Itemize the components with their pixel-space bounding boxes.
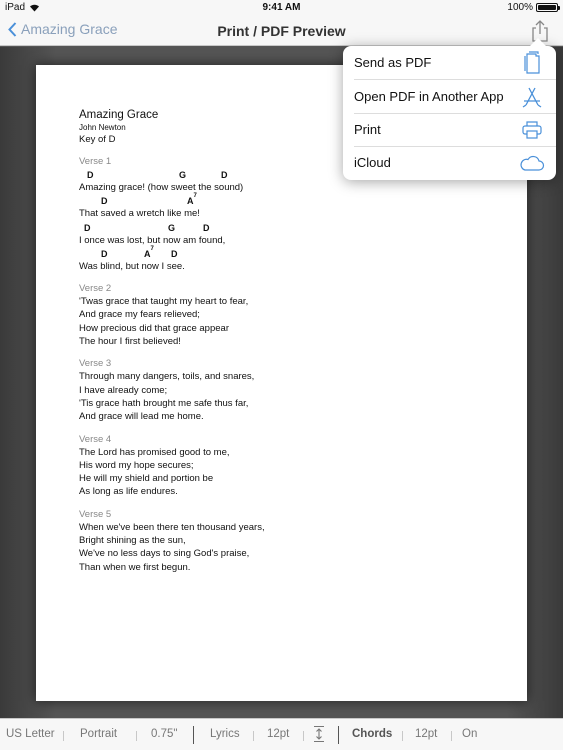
back-button[interactable]: Amazing Grace <box>8 21 117 37</box>
verse: Verse 5 When we've been there ten thousan… <box>79 509 265 574</box>
lyric-line: I once was lost, but now am found, <box>79 234 226 246</box>
lyric-line: Through many dangers, toils, and snares, <box>79 371 255 383</box>
toolbar-separator <box>338 726 339 744</box>
toolbar-divider <box>63 731 64 741</box>
chord-symbol: D <box>87 170 94 180</box>
chord-symbol: A7 <box>187 193 197 207</box>
song-sheet: Amazing Grace John Newton Key of D Verse… <box>79 108 265 574</box>
lyric-line: As long as life endures. <box>79 486 178 498</box>
bottom-toolbar: US Letter Portrait 0.75" Lyrics 12pt Cho… <box>0 718 563 750</box>
verse-label: Verse 4 <box>79 433 112 445</box>
menu-item-label: Send as PDF <box>354 55 432 70</box>
lyric-line: I have already come; <box>79 384 168 396</box>
verse: Verse 1 D G D Amazing grace! (how sweet the … <box>79 156 265 273</box>
lyric-line: We've no less days to sing God's praise, <box>79 548 250 560</box>
lyric-line: Than when we first begun. <box>79 561 191 573</box>
chord-row: DGD <box>79 168 265 181</box>
verse: Verse 2 'Twas grace that taught my heart … <box>79 283 265 348</box>
chord-symbol: D <box>171 248 178 259</box>
line-spacing-icon <box>314 725 324 743</box>
lyric-line: Was blind, but now I see. <box>79 260 185 272</box>
lyric-line: 'Tis grace hath brought me safe thus far… <box>79 397 249 409</box>
chord-symbol: D <box>203 222 210 233</box>
lyric-line: And grace my fears relieved; <box>79 309 200 321</box>
chord-symbol: D <box>84 222 91 233</box>
back-button-label: Amazing Grace <box>21 21 118 37</box>
song-author: John Newton <box>79 123 126 132</box>
toolbar-divider <box>451 731 452 741</box>
lyric-line: He will my shield and portion be <box>79 473 214 485</box>
lyric-line: When we've been there ten thousand years… <box>79 521 265 533</box>
chords-button[interactable]: Chords <box>352 728 392 740</box>
lyric-line: The hour I first believed! <box>79 336 181 348</box>
chord-symbol: A7 <box>144 245 154 259</box>
verse-label: Verse 5 <box>79 508 112 520</box>
paper-size-button[interactable]: US Letter <box>6 728 55 740</box>
chord-symbol: D <box>101 248 108 259</box>
chords-toggle-button[interactable]: On <box>462 728 477 740</box>
battery-percent: 100% <box>507 2 533 13</box>
lyric-line: Bright shining as the sun, <box>79 535 186 547</box>
lyric-line: And grace will lead me home. <box>79 411 204 423</box>
chord-row: D A7 D <box>79 245 265 260</box>
menu-item-icloud[interactable]: iCloud <box>343 146 556 179</box>
chord-symbol: G <box>179 170 187 180</box>
verse: Verse 3 Through many dangers, toils, and … <box>79 358 265 423</box>
lyric-line: That saved a wretch like me! <box>79 208 200 220</box>
line-spacing-button[interactable] <box>312 725 326 746</box>
song-title: Amazing Grace <box>79 109 159 121</box>
menu-item-label: iCloud <box>354 155 391 170</box>
chord-symbol: G <box>168 222 176 233</box>
lyrics-size-button[interactable]: 12pt <box>267 728 289 740</box>
toolbar-separator <box>193 726 194 744</box>
chord-symbol: D <box>101 196 108 207</box>
verse: Verse 4 The Lord has promised good to me,… <box>79 434 265 499</box>
status-bar: iPad 9:41 AM 100% <box>0 0 563 16</box>
lyric-line: How precious did that grace appear <box>79 322 229 334</box>
menu-item-open-in-app[interactable]: Open PDF in Another App <box>343 80 556 113</box>
chord-row: DGD <box>79 221 265 234</box>
share-popover: Send as PDF Open PDF in Another App Prin… <box>343 38 556 180</box>
cloud-icon <box>519 151 545 175</box>
chord-symbol: D <box>221 170 228 180</box>
menu-item-label: Print <box>354 122 381 137</box>
verses-container: Verse 1 D G D Amazing grace! (how sweet the … <box>79 156 265 574</box>
lyrics-button[interactable]: Lyrics <box>210 728 240 740</box>
menu-item-print[interactable]: Print <box>343 113 556 146</box>
chords-size-button[interactable]: 12pt <box>415 728 437 740</box>
chord-row: D A7 <box>79 193 265 207</box>
battery-icon <box>536 3 560 12</box>
document-share-icon <box>519 50 545 75</box>
toolbar-divider <box>303 731 304 741</box>
verse-label: Verse 1 <box>79 156 112 167</box>
chevron-left-icon <box>8 21 17 37</box>
orientation-button[interactable]: Portrait <box>80 728 117 740</box>
lyric-line: The Lord has promised good to me, <box>79 446 230 458</box>
verse-label: Verse 2 <box>79 283 112 295</box>
printer-icon <box>519 118 545 142</box>
menu-item-label: Open PDF in Another App <box>354 89 504 104</box>
lyric-line: Amazing grace! (how sweet the sound) <box>79 182 244 193</box>
app-store-icon <box>519 85 545 109</box>
margin-button[interactable]: 0.75" <box>151 728 177 740</box>
toolbar-divider <box>402 731 403 741</box>
status-time: 9:41 AM <box>262 2 301 13</box>
navigation-bar: Amazing Grace Print / PDF Preview <box>0 16 563 46</box>
song-key: Key of D <box>79 134 116 145</box>
toolbar-divider <box>253 731 254 741</box>
lyric-line: His word my hope secures; <box>79 459 194 471</box>
menu-item-send-pdf[interactable]: Send as PDF <box>343 46 556 79</box>
verse-label: Verse 3 <box>79 358 112 370</box>
toolbar-divider <box>136 731 137 741</box>
lyric-line: 'Twas grace that taught my heart to fear… <box>79 296 249 308</box>
